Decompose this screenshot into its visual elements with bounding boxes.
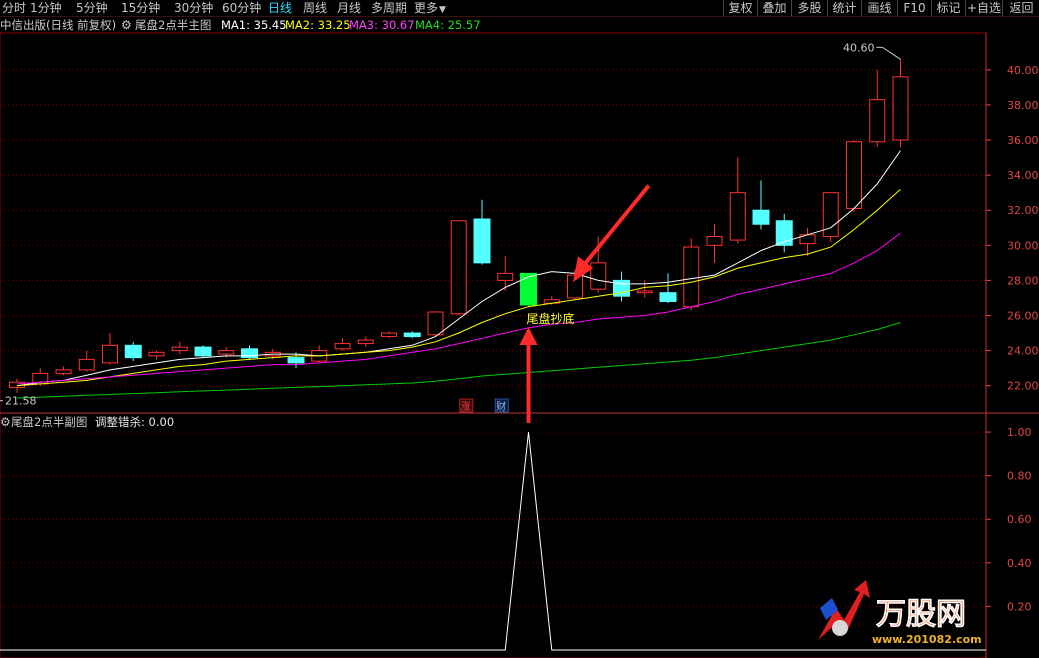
candle-body xyxy=(636,290,653,294)
candle-body xyxy=(822,192,839,238)
high-marker-line xyxy=(876,46,901,60)
settings-gear-icon[interactable]: ⚙ xyxy=(121,17,132,33)
candle-body xyxy=(148,351,165,357)
watermark-logo-icon xyxy=(832,620,848,636)
kline-chart[interactable]: 40.00 38.00 36.00 34.00 32.00 30.00 28.00 26.00… xyxy=(0,0,1039,658)
watermark-brand: 万股网 xyxy=(876,597,966,632)
watermark-url: www.201082.com xyxy=(872,633,982,646)
candle-body xyxy=(752,209,770,225)
stock-title: 中信出版(日线 前复权) xyxy=(0,18,117,32)
zhang-badge-text: 涨 xyxy=(461,401,471,413)
candle-body xyxy=(473,218,491,264)
candle-body xyxy=(450,220,467,315)
candle-body xyxy=(520,272,537,306)
sub-indicator-name[interactable]: 尾盘2点半副图 xyxy=(11,414,87,430)
candle-body xyxy=(124,344,142,359)
candle-body xyxy=(403,332,421,338)
candle-body xyxy=(381,332,397,338)
main-y-tick-label: 36.00 xyxy=(1007,134,1039,147)
candle-body xyxy=(706,236,723,246)
main-y-tick-label: 28.00 xyxy=(1007,274,1039,287)
candle-body xyxy=(846,141,862,209)
main-y-tick-label: 22.00 xyxy=(1007,380,1039,393)
settings-gear-icon[interactable]: ⚙ xyxy=(0,414,11,430)
sub-y-tick-label: 1.00 xyxy=(1007,426,1032,439)
candle-body xyxy=(892,76,909,141)
candle-body xyxy=(55,369,72,374)
sub-y-tick-label: 0.20 xyxy=(1007,600,1032,613)
candle-body xyxy=(683,246,700,308)
candle-body xyxy=(102,344,118,364)
candle-body xyxy=(78,358,95,371)
sub-indicator-value: 调整错杀: 0.00 xyxy=(95,415,175,429)
candle-body xyxy=(194,346,212,357)
ma-line-ma4 xyxy=(16,322,901,399)
sub-y-tick-label: 0.40 xyxy=(1007,557,1032,570)
low-price-label: 21.58 xyxy=(5,395,37,408)
candle-body xyxy=(287,357,305,364)
sub-y-tick-label: 0.60 xyxy=(1007,513,1032,526)
candle-body xyxy=(171,346,188,352)
ma1-label: MA1: 35.45 xyxy=(221,18,287,32)
candle-body xyxy=(334,343,351,350)
candle-body xyxy=(218,350,235,355)
main-y-tick-label: 32.00 xyxy=(1007,204,1039,217)
candle-body xyxy=(869,99,886,143)
main-y-tick-label: 40.00 xyxy=(1007,64,1039,77)
candle-body xyxy=(729,192,746,241)
main-y-tick-label: 34.00 xyxy=(1007,169,1039,182)
main-y-tick-label: 38.00 xyxy=(1007,99,1039,112)
red-arrow-down-shaft xyxy=(581,184,651,268)
cai-badge-text: 财 xyxy=(496,400,506,413)
candle-body xyxy=(590,262,607,290)
high-price-label: 40.60 xyxy=(843,41,875,54)
candle-body xyxy=(357,339,374,345)
ma3-label: MA3: 30.67 xyxy=(349,18,415,32)
ma4-label: MA4: 25.57 xyxy=(415,18,481,32)
sub-y-tick-label: 0.80 xyxy=(1007,470,1032,483)
main-y-tick-label: 26.00 xyxy=(1007,309,1039,322)
candle-body xyxy=(427,311,444,336)
candle-body xyxy=(497,272,514,281)
main-y-tick-label: 30.00 xyxy=(1007,239,1039,252)
ma2-label: MA2: 33.25 xyxy=(285,18,351,32)
main-y-tick-label: 24.00 xyxy=(1007,345,1039,358)
main-indicator-name[interactable]: 尾盘2点半主图 xyxy=(135,17,211,33)
signal-label-text: 尾盘抄底 xyxy=(527,311,575,326)
candle-body xyxy=(659,292,677,302)
